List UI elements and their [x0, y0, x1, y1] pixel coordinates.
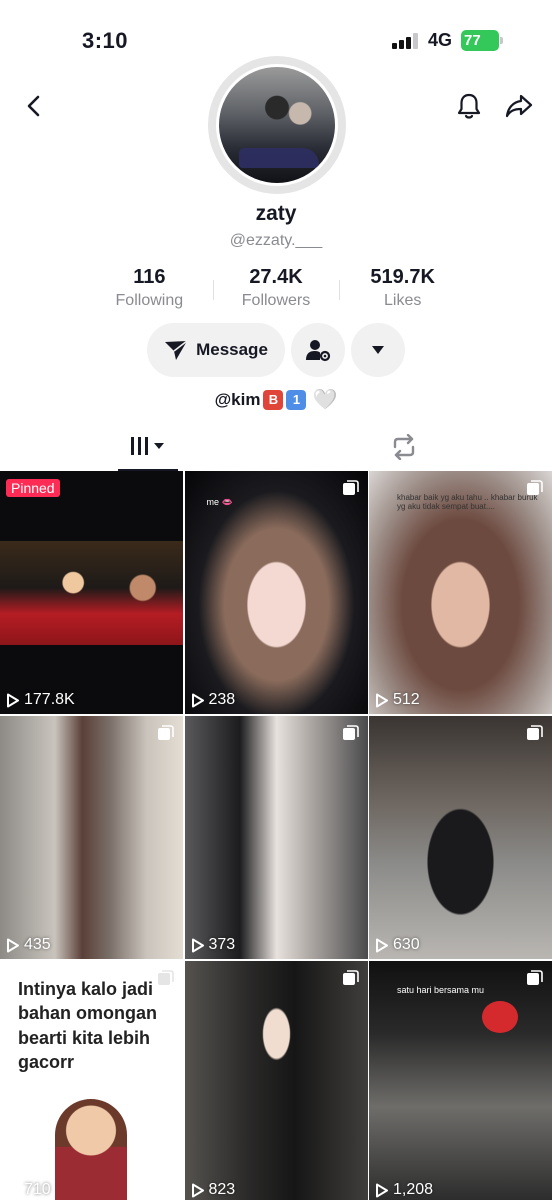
grid-icon — [131, 437, 164, 455]
stat-value: 27.4K — [249, 266, 303, 288]
photo-carousel-icon — [158, 725, 174, 740]
video-caption: satu hari bersama mu — [397, 985, 485, 995]
view-count-label: 373 — [208, 936, 236, 953]
view-count: 238 — [191, 691, 236, 709]
video-quote-text: Intinya kalo jadi bahan omongan bearti k… — [18, 979, 157, 1072]
send-icon — [165, 340, 188, 360]
view-count: 710 — [6, 1181, 51, 1199]
view-count-label: 630 — [393, 936, 420, 953]
view-count-label: 238 — [208, 691, 236, 708]
view-count-label: 435 — [24, 936, 51, 953]
stat-followers[interactable]: 27.4K Followers — [212, 266, 340, 316]
view-count-label: 710 — [24, 1181, 51, 1198]
video-thumbnail[interactable]: khabar baik yg aku tahu .. khabar buruk … — [369, 471, 552, 714]
view-count: 373 — [191, 936, 236, 954]
video-thumbnail[interactable]: Intinya kalo jadi bahan omongan bearti k… — [0, 961, 183, 1200]
content-tabs — [0, 423, 552, 471]
stat-likes[interactable]: 519.7K Likes — [339, 266, 466, 316]
b-button-emoji: B — [263, 389, 284, 410]
profile-stats: 116 Following 27.4K Followers 519.7K Lik… — [86, 266, 466, 316]
photo-carousel-icon — [527, 725, 543, 740]
bell-icon — [457, 93, 481, 119]
video-thumbnail[interactable]: satu hari bersama mu 1,208 — [369, 961, 552, 1200]
view-count-label: 1,208 — [393, 1181, 434, 1198]
display-name: zaty — [255, 202, 297, 225]
message-button[interactable]: Message — [147, 323, 285, 377]
play-icon — [376, 938, 388, 952]
battery-icon: 77 — [461, 30, 503, 51]
network-label: 4G — [428, 30, 453, 50]
video-grid: Pinned 177.8K me 👄 238 khabar baik yg ak… — [0, 471, 552, 1200]
bio-mention[interactable]: @kim — [215, 390, 261, 410]
play-icon — [191, 1183, 204, 1197]
play-icon — [376, 1183, 388, 1197]
view-count: 1,208 — [375, 1181, 433, 1199]
thumbnail-image — [482, 1001, 518, 1033]
view-count: 177.8K — [6, 691, 75, 709]
photo-carousel-icon — [527, 480, 543, 495]
repost-icon — [393, 434, 415, 460]
stat-label: Likes — [384, 292, 422, 309]
pinned-badge: Pinned — [6, 479, 60, 497]
keycap-one-emoji: 1 — [286, 389, 307, 410]
message-button-label: Message — [196, 340, 268, 359]
play-icon — [7, 693, 19, 707]
thumbnail-image — [0, 541, 183, 645]
view-count: 512 — [375, 691, 420, 709]
profile-actions: Message — [147, 323, 405, 377]
signal-icon — [392, 33, 420, 49]
share-button[interactable] — [499, 86, 539, 126]
play-icon — [191, 938, 204, 952]
chevron-left-icon — [27, 95, 40, 117]
status-time: 3:10 — [82, 28, 129, 53]
photo-carousel-icon — [527, 970, 543, 985]
caret-down-icon — [372, 346, 384, 354]
bio: @kim B 1 🤍 — [0, 387, 552, 412]
notification-button[interactable] — [449, 86, 489, 126]
avatar-ring[interactable] — [208, 56, 346, 194]
photo-carousel-icon — [158, 970, 174, 985]
play-icon — [7, 938, 19, 952]
user-settings-icon — [306, 340, 331, 362]
view-count: 435 — [6, 936, 51, 954]
friend-settings-button[interactable] — [291, 323, 345, 377]
more-options-button[interactable] — [351, 323, 405, 377]
username: @ezzaty.___ — [229, 232, 323, 249]
view-count-label: 823 — [208, 1181, 236, 1198]
view-count-label: 512 — [393, 691, 420, 708]
view-count-label: 177.8K — [24, 691, 75, 708]
photo-carousel-icon — [342, 970, 359, 985]
back-button[interactable] — [14, 86, 54, 126]
tab-reposts[interactable] — [374, 423, 434, 471]
play-icon — [376, 693, 388, 707]
video-caption: khabar baik yg aku tahu .. khabar buruk … — [397, 493, 538, 511]
video-thumbnail[interactable]: 435 — [0, 716, 183, 959]
share-arrow-icon — [505, 94, 533, 118]
play-icon — [191, 693, 204, 707]
avatar — [216, 64, 338, 186]
video-thumbnail[interactable]: 823 — [184, 961, 368, 1200]
video-caption: me 👄 — [206, 497, 233, 507]
video-thumbnail[interactable]: Pinned 177.8K — [0, 471, 183, 714]
stat-value: 519.7K — [370, 266, 435, 288]
stat-value: 116 — [133, 266, 166, 288]
view-count: 823 — [191, 1181, 236, 1199]
thumbnail-image — [55, 1099, 127, 1200]
video-thumbnail[interactable]: me 👄 238 — [184, 471, 368, 714]
tab-videos[interactable] — [118, 423, 178, 471]
view-count: 630 — [375, 936, 420, 954]
stat-label: Following — [115, 292, 184, 309]
photo-carousel-icon — [342, 725, 359, 740]
video-thumbnail[interactable]: 630 — [369, 716, 552, 959]
video-thumbnail[interactable]: 373 — [184, 716, 368, 959]
stat-following[interactable]: 116 Following — [86, 266, 213, 316]
play-icon — [7, 1183, 19, 1197]
white-heart-icon: 🤍 — [312, 389, 338, 411]
stat-label: Followers — [241, 292, 311, 309]
photo-carousel-icon — [342, 480, 359, 495]
